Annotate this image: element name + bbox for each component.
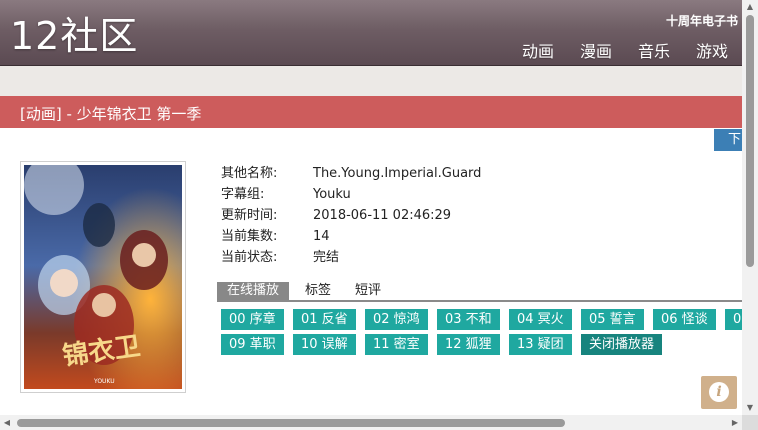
info-row-status: 当前状态: 完结 [221, 247, 481, 268]
tab-tags[interactable]: 标签 [295, 282, 341, 300]
alt-name-value: The.Young.Imperial.Guard [313, 166, 482, 181]
sub-bar [0, 66, 742, 96]
episode-button[interactable]: 11 密室 [365, 334, 428, 355]
nav-music[interactable]: 音乐 [638, 38, 670, 62]
main-nav: 动画 漫画 音乐 游戏 [522, 38, 728, 62]
scroll-right-icon[interactable]: ▶ [728, 415, 742, 430]
episode-button[interactable]: 06 怪谈 [653, 309, 716, 330]
episode-button[interactable]: 03 不和 [437, 309, 500, 330]
tab-short-reviews[interactable]: 短评 [345, 282, 391, 300]
vertical-scroll-thumb[interactable] [746, 15, 754, 267]
episodes-label: 当前集数: [221, 229, 278, 244]
anniversary-ebook-link[interactable]: 十周年电子书 [666, 12, 738, 29]
horizontal-scroll-thumb[interactable] [17, 419, 565, 427]
nav-games[interactable]: 游戏 [696, 38, 728, 62]
page-title: [动画] - 少年锦衣卫 第一季 [20, 105, 202, 123]
episode-button[interactable]: 02 惊鸿 [365, 309, 428, 330]
episode-button[interactable]: 12 狐狸 [437, 334, 500, 355]
episode-list: 00 序章 01 反省 02 惊鸿 03 不和 04 冥火 05 誓言 06 怪… [221, 309, 742, 357]
scroll-down-icon[interactable]: ▼ [742, 401, 758, 415]
content-tabs: 在线播放 标签 短评 [217, 282, 742, 302]
close-player-button[interactable]: 关闭播放器 [581, 334, 663, 355]
updated-label: 更新时间: [221, 208, 278, 223]
info-row-updated: 更新时间: 2018-06-11 02:46:29 [221, 205, 481, 226]
nav-anime[interactable]: 动画 [522, 38, 554, 62]
episodes-value: 14 [313, 229, 330, 244]
episode-button[interactable]: 05 誓言 [581, 309, 644, 330]
status-label: 当前状态: [221, 250, 278, 265]
info-row-subgroup: 字幕组: Youku [221, 184, 481, 205]
episode-button[interactable]: 09 革职 [221, 334, 284, 355]
info-icon: i [709, 382, 729, 402]
info-row-episodes: 当前集数: 14 [221, 226, 481, 247]
nav-manga[interactable]: 漫画 [580, 38, 612, 62]
info-row-alt-name: 其他名称: The.Young.Imperial.Guard [221, 163, 481, 184]
info-button[interactable]: i [701, 376, 737, 409]
site-logo[interactable]: 12社区 [10, 14, 138, 58]
tab-online-play[interactable]: 在线播放 [217, 282, 290, 300]
subgroup-value: Youku [313, 187, 351, 202]
horizontal-scrollbar[interactable]: ◀ ▶ [0, 415, 742, 430]
scroll-up-icon[interactable]: ▲ [742, 0, 758, 14]
episode-button[interactable]: 13 疑团 [509, 334, 572, 355]
episode-button[interactable]: 00 序章 [221, 309, 284, 330]
episode-button[interactable]: 10 误解 [293, 334, 356, 355]
updated-value: 2018-06-11 02:46:29 [313, 208, 452, 223]
subgroup-label: 字幕组: [221, 187, 265, 202]
vertical-scrollbar[interactable]: ▲ ▼ [742, 0, 758, 415]
poster-logo: YOUKU [93, 378, 115, 385]
alt-name-label: 其他名称: [221, 166, 278, 181]
scrollbar-corner [742, 415, 758, 430]
title-bar: [动画] - 少年锦衣卫 第一季 [0, 96, 742, 128]
status-value: 完结 [313, 250, 340, 265]
episode-button[interactable]: 07 [725, 309, 742, 330]
site-header: 12社区 十周年电子书 动画 漫画 音乐 游戏 [0, 0, 742, 66]
poster: 锦衣卫 YOUKU [20, 161, 186, 393]
poster-image: 锦衣卫 YOUKU [24, 165, 182, 389]
info-panel: 其他名称: The.Young.Imperial.Guard 字幕组: Youku … [221, 163, 481, 268]
download-button[interactable]: 下 [714, 129, 742, 151]
scroll-left-icon[interactable]: ◀ [0, 415, 14, 430]
episode-button[interactable]: 01 反省 [293, 309, 356, 330]
episode-button[interactable]: 04 冥火 [509, 309, 572, 330]
